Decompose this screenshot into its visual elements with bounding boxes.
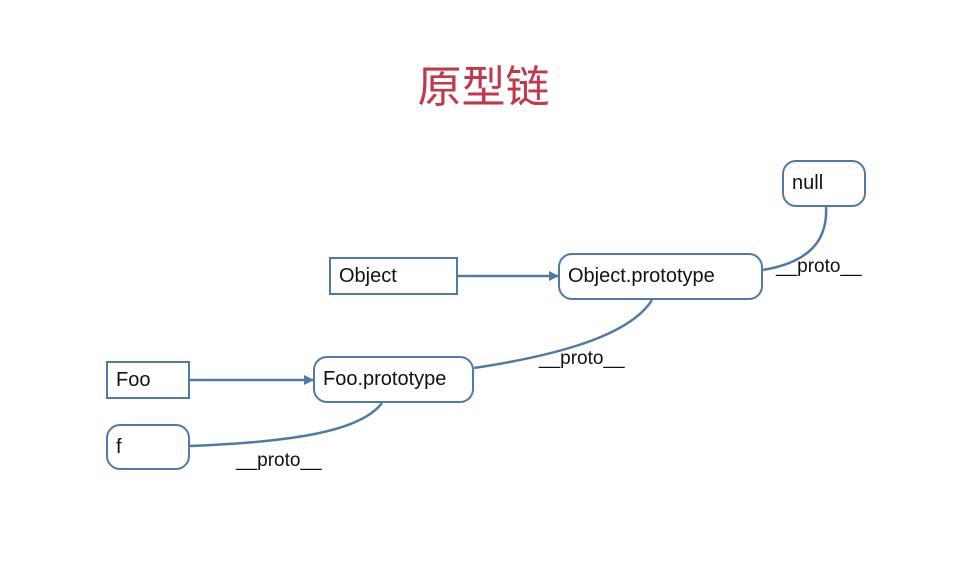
node-foo: Foo <box>106 361 190 399</box>
edge-label-foo-prototype-to-object-prototype: __proto__ <box>539 348 625 369</box>
diagram-canvas: 原型链 null Object Object.prototype Foo Foo… <box>0 0 967 575</box>
node-object: Object <box>329 257 458 295</box>
proto-link-f-to-foo-prototype <box>189 402 383 448</box>
node-f: f <box>106 424 190 470</box>
edge-label-object-prototype-to-null: __proto__ <box>776 256 862 277</box>
edge-label-f-to-foo-prototype: __proto__ <box>236 450 322 471</box>
node-object-prototype: Object.prototype <box>558 253 763 300</box>
node-foo-prototype: Foo.prototype <box>313 356 474 403</box>
connector-layer <box>189 205 828 448</box>
node-null: null <box>782 160 866 207</box>
